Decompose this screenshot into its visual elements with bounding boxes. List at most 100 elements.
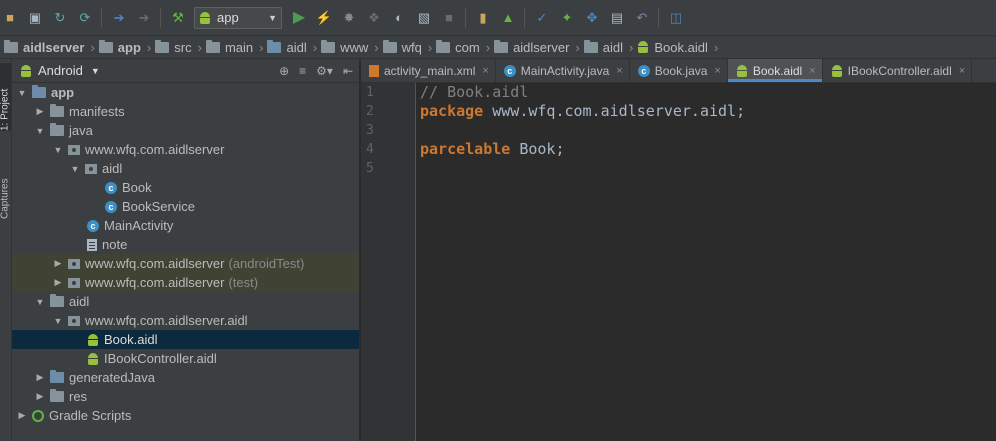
collapsed-arrow-icon[interactable]: ▶ (34, 106, 46, 117)
collapsed-arrow-icon[interactable]: ▶ (52, 258, 64, 269)
build-hammer-icon[interactable]: ⚒ (170, 10, 186, 26)
sync-gradle-icon[interactable]: ⟳ (77, 10, 93, 26)
close-icon[interactable]: × (482, 65, 488, 77)
tree-item-label: note (102, 237, 128, 252)
debug-icon[interactable]: ✸ (341, 10, 357, 26)
collapsed-arrow-icon[interactable]: ▶ (34, 372, 46, 383)
expanded-arrow-icon[interactable]: ▼ (34, 126, 46, 136)
line-number: 1 (366, 85, 374, 100)
breadcrumb-item-src[interactable]: src › (155, 39, 202, 55)
sync-icon[interactable]: ↻ (52, 10, 68, 26)
tree-item-mainactivity-class[interactable]: c MainActivity (12, 216, 359, 235)
tab-book-java[interactable]: c Book.java × (630, 59, 728, 82)
hide-panel-icon[interactable]: ⇤ (343, 64, 353, 78)
code-editor[interactable]: // Book.aidl package www.wfq.com.aidlser… (420, 83, 996, 441)
project-tool-tab[interactable]: 1: Project (0, 63, 11, 131)
attach-process-icon[interactable]: ▧ (416, 10, 432, 26)
captures-tool-tab[interactable]: Captures (0, 149, 11, 219)
tree-item-res[interactable]: ▶ res (12, 387, 359, 406)
xml-file-icon (369, 64, 379, 77)
breadcrumb-item-aidl-pkg[interactable]: aidl › (583, 39, 633, 55)
expanded-arrow-icon[interactable]: ▼ (52, 316, 64, 326)
project-structure-icon[interactable]: ◫ (668, 10, 684, 26)
open-folder-icon[interactable]: ■ (2, 10, 18, 26)
expanded-arrow-icon[interactable]: ▼ (69, 164, 81, 174)
tree-item-aidl-package-2[interactable]: ▼ www.wfq.com.aidlserver.aidl (12, 311, 359, 330)
tree-item-label: Gradle Scripts (49, 408, 132, 423)
tree-item-bookservice-class[interactable]: c BookService (12, 197, 359, 216)
expanded-arrow-icon[interactable]: ▼ (34, 297, 46, 307)
breadcrumb: aidlserver › app › src › main › aidl › www › w… (0, 36, 996, 59)
class-icon: c (105, 181, 117, 194)
breadcrumb-item-app[interactable]: app › (98, 39, 151, 55)
vcs-compare-icon[interactable]: ✥ (584, 10, 600, 26)
tree-item-app[interactable]: ▼ app (12, 83, 359, 102)
breadcrumb-item-main[interactable]: main › (205, 39, 263, 55)
vcs-update-icon[interactable]: ✓ (534, 10, 550, 26)
tree-item-label: www.wfq.com.aidlserver.aidl (85, 313, 248, 328)
breadcrumb-item-aidlserver-pkg[interactable]: aidlserver › (494, 39, 580, 55)
collapsed-arrow-icon[interactable]: ▶ (52, 277, 64, 288)
close-icon[interactable]: × (809, 65, 815, 77)
tree-item-label: aidl (102, 161, 123, 176)
breadcrumb-label: aidl (286, 39, 307, 55)
gear-icon[interactable]: ⚙▾ (316, 64, 333, 78)
code-keyword: package (420, 102, 484, 120)
tree-item-label: java (69, 123, 93, 138)
tab-ibookcontroller-aidl[interactable]: IBookController.aidl × (823, 59, 973, 82)
attach-debugger-icon[interactable]: ❖ (366, 10, 382, 26)
collapse-all-icon[interactable]: ≡ (299, 64, 306, 78)
tab-mainactivity-java[interactable]: c MainActivity.java × (496, 59, 630, 82)
tree-item-java[interactable]: ▼ java (12, 121, 359, 140)
tree-item-ibookcontroller-aidl[interactable]: IBookController.aidl (12, 349, 359, 368)
folder-icon (155, 39, 170, 53)
vcs-revert-icon[interactable]: ↶ (634, 10, 650, 26)
apply-changes-icon[interactable]: ⚡ (316, 10, 332, 26)
save-icon[interactable]: ▣ (27, 10, 43, 26)
vcs-commit-icon[interactable]: ✦ (559, 10, 575, 26)
close-icon[interactable]: × (616, 65, 622, 77)
class-icon: c (105, 200, 117, 213)
stop-icon[interactable]: ■ (441, 10, 457, 26)
breadcrumb-item-wfq[interactable]: wfq › (382, 39, 432, 55)
expanded-arrow-icon[interactable]: ▼ (52, 145, 64, 155)
back-icon[interactable]: ➔ (111, 10, 127, 26)
forward-icon[interactable]: ➜ (136, 10, 152, 26)
line-number: 2 (366, 104, 374, 119)
breadcrumb-item-aidlserver[interactable]: aidlserver › (4, 39, 95, 55)
tab-book-aidl[interactable]: Book.aidl × (727, 59, 823, 82)
tree-item-aidl-folder[interactable]: ▼ aidl (12, 292, 359, 311)
run-configuration-select[interactable]: app ▼ (194, 6, 282, 29)
package-icon (68, 258, 80, 269)
tree-item-book-class[interactable]: c Book (12, 178, 359, 197)
tree-item-gradle-scripts[interactable]: ▶ Gradle Scripts (12, 406, 359, 425)
breadcrumb-item-aidl[interactable]: aidl › (267, 39, 317, 55)
tree-item-android-test-package[interactable]: ▶ www.wfq.com.aidlserver (androidTest) (12, 254, 359, 273)
profile-icon[interactable]: ◐ (391, 10, 407, 26)
expanded-arrow-icon[interactable]: ▼ (16, 88, 28, 98)
device-file-icon[interactable]: ▮ (475, 10, 491, 26)
tree-item-manifests[interactable]: ▶ manifests (12, 102, 359, 121)
device-manager-icon[interactable]: ▲ (500, 10, 516, 26)
tree-item-package[interactable]: ▼ www.wfq.com.aidlserver (12, 140, 359, 159)
run-icon[interactable]: ▶ (291, 9, 307, 26)
scroll-from-source-icon[interactable]: ⊕ (279, 64, 289, 78)
package-icon (68, 144, 80, 155)
breadcrumb-item-www[interactable]: www › (321, 39, 379, 55)
close-icon[interactable]: × (959, 65, 965, 77)
tab-label: activity_main.xml (384, 63, 476, 78)
android-icon (20, 64, 32, 77)
close-icon[interactable]: × (714, 65, 720, 77)
tree-item-aidl-package[interactable]: ▼ aidl (12, 159, 359, 178)
tab-activity-main-xml[interactable]: activity_main.xml × (361, 59, 496, 82)
project-view-select[interactable]: Android ▼ (20, 63, 100, 78)
breadcrumb-item-book-aidl[interactable]: Book.aidl › (637, 40, 718, 55)
collapsed-arrow-icon[interactable]: ▶ (16, 410, 28, 421)
tree-item-note[interactable]: note (12, 235, 359, 254)
collapsed-arrow-icon[interactable]: ▶ (34, 391, 46, 402)
breadcrumb-item-com[interactable]: com › (436, 39, 490, 55)
tree-item-test-package[interactable]: ▶ www.wfq.com.aidlserver (test) (12, 273, 359, 292)
vcs-history-icon[interactable]: ▤ (609, 10, 625, 26)
tree-item-generatedjava[interactable]: ▶ generatedJava (12, 368, 359, 387)
tree-item-book-aidl[interactable]: Book.aidl (12, 330, 359, 349)
